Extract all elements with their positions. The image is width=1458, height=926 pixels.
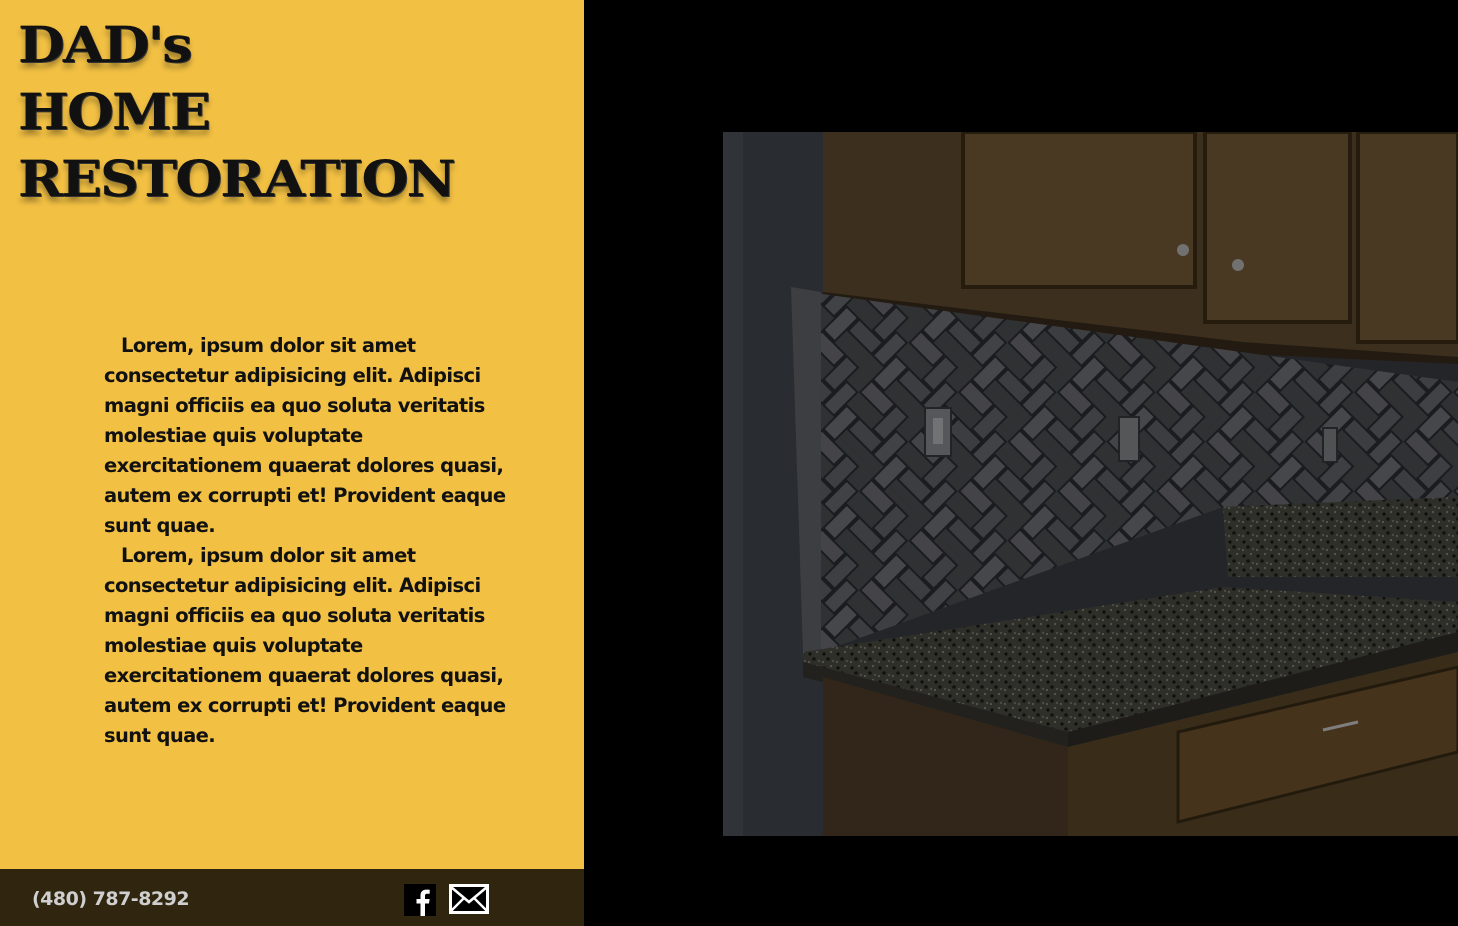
left-panel: DAD's HOME RESTORATION Lorem, ipsum dolo…	[0, 0, 584, 869]
intro-paragraph: Lorem, ipsum dolor sit amet consectetur …	[104, 544, 506, 747]
logo-line-1: DAD's	[18, 14, 192, 74]
logo-line-2: HOME	[18, 81, 211, 141]
phone-number[interactable]: (480) 787-8292	[32, 888, 190, 910]
site-logo[interactable]: DAD's HOME RESTORATION	[18, 14, 456, 215]
hero-image	[723, 132, 1458, 836]
intro-paragraph: Lorem, ipsum dolor sit amet consectetur …	[104, 334, 506, 537]
facebook-link[interactable]	[404, 884, 436, 916]
footer-bar: (480) 787-8292	[0, 869, 584, 926]
logo-line-3: RESTORATION	[18, 148, 456, 208]
intro-text: Lorem, ipsum dolor sit amet consectetur …	[104, 331, 522, 751]
facebook-icon	[404, 884, 436, 916]
kitchen-photo	[723, 132, 1458, 836]
email-link[interactable]	[449, 884, 489, 914]
mail-icon	[449, 884, 489, 914]
